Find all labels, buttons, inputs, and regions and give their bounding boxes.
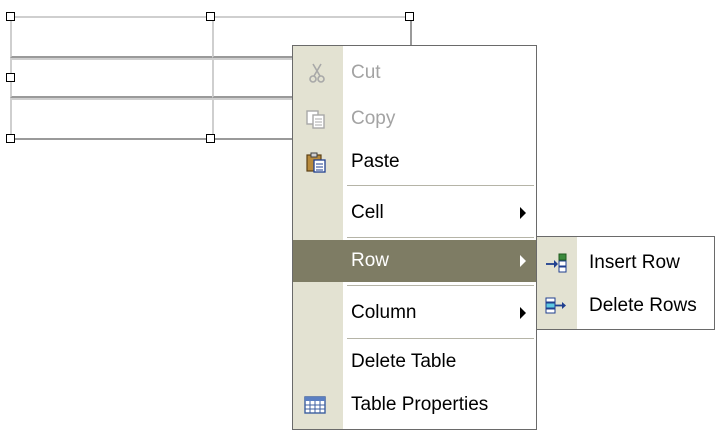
- menu-item-label: Paste: [351, 151, 400, 172]
- menu-item-label: Copy: [351, 108, 396, 129]
- menu-item-label: Column: [351, 302, 417, 323]
- menu-separator: [347, 338, 534, 339]
- submenu-item-label: Insert Row: [589, 252, 680, 273]
- menu-item-copy[interactable]: Copy: [293, 97, 536, 141]
- menu-item-table-properties[interactable]: Table Properties: [293, 383, 536, 427]
- table-cell[interactable]: [10, 58, 214, 98]
- insert-row-icon: [545, 252, 567, 274]
- menu-item-label: Cut: [351, 62, 381, 83]
- menu-item-cell[interactable]: Cell: [293, 190, 536, 236]
- row-submenu: Insert Row Delete Rows: [536, 236, 715, 330]
- submenu-arrow-icon: [520, 255, 526, 267]
- scissors-icon: [306, 62, 328, 84]
- menu-item-paste[interactable]: Paste: [293, 141, 536, 183]
- submenu-item-delete-rows[interactable]: Delete Rows: [537, 285, 714, 327]
- resize-handle[interactable]: [206, 12, 215, 21]
- context-menu: Cut Copy Paste Cell Row Column Delete Ta…: [292, 45, 537, 430]
- submenu-item-insert-row[interactable]: Insert Row: [537, 241, 714, 285]
- menu-separator: [347, 185, 534, 186]
- resize-handle[interactable]: [6, 134, 15, 143]
- menu-separator: [347, 285, 534, 286]
- resize-handle[interactable]: [6, 12, 15, 21]
- paste-icon: [305, 151, 327, 173]
- menu-separator: [347, 237, 534, 238]
- menu-item-delete-table[interactable]: Delete Table: [293, 341, 536, 383]
- submenu-item-label: Delete Rows: [589, 295, 697, 316]
- menu-item-label: Row: [351, 250, 390, 271]
- submenu-arrow-icon: [520, 307, 526, 319]
- menu-item-label: Cell: [351, 202, 384, 223]
- delete-rows-icon: [545, 295, 567, 317]
- table-cell[interactable]: [10, 16, 214, 58]
- menu-item-label: Table Properties: [351, 394, 489, 415]
- resize-handle[interactable]: [405, 12, 414, 21]
- resize-handle[interactable]: [206, 134, 215, 143]
- menu-item-row[interactable]: Row: [293, 240, 536, 282]
- menu-item-label: Delete Table: [351, 351, 457, 372]
- copy-icon: [305, 108, 327, 130]
- resize-handle[interactable]: [6, 73, 15, 82]
- menu-item-column[interactable]: Column: [293, 289, 536, 337]
- submenu-arrow-icon: [520, 207, 526, 219]
- table-grid-icon: [304, 394, 326, 416]
- menu-item-cut[interactable]: Cut: [293, 49, 536, 97]
- table-cell[interactable]: [10, 98, 214, 140]
